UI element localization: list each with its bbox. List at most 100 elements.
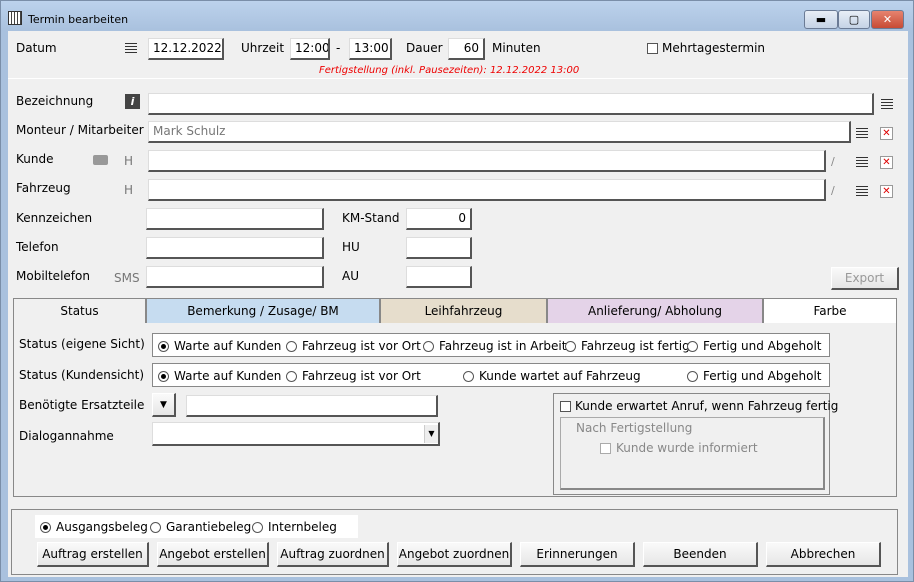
customer-status-option[interactable]: Fahrzeug ist vor Ort bbox=[286, 369, 421, 383]
customer-status-group: Warte auf Kunden Fahrzeug ist vor Ort Ku… bbox=[152, 363, 830, 387]
plate-field[interactable] bbox=[146, 208, 324, 230]
radio-icon bbox=[252, 521, 263, 533]
km-label: KM-Stand bbox=[342, 211, 400, 225]
callback-label: Kunde erwartet Anruf, wenn Fahrzeug fert… bbox=[575, 399, 839, 413]
reminders-button[interactable]: Erinnerungen bbox=[520, 542, 635, 567]
customer-field[interactable] bbox=[148, 150, 826, 172]
document-type-option[interactable]: Internbeleg bbox=[252, 520, 337, 534]
radio-icon bbox=[423, 340, 434, 352]
mobile-label: Mobiltelefon bbox=[16, 269, 90, 283]
cancel-button[interactable]: Abbrechen bbox=[766, 542, 881, 567]
customer-status-label: Status (Kundensicht) bbox=[19, 368, 144, 382]
tab-remarks[interactable]: Bemerkung / Zusage/ BM bbox=[146, 298, 380, 323]
hu-field[interactable] bbox=[406, 237, 472, 259]
own-status-option[interactable]: Fahrzeug ist in Arbeit bbox=[423, 339, 566, 353]
sms-label[interactable]: SMS bbox=[114, 271, 140, 285]
end-time-field[interactable]: 13:00 bbox=[349, 38, 392, 60]
tab-delivery[interactable]: Anlieferung/ Abholung bbox=[547, 298, 763, 323]
hu-label: HU bbox=[342, 240, 360, 254]
description-list-icon[interactable] bbox=[881, 99, 893, 109]
completion-info: Fertigstellung (inkl. Pausezeiten): 12.1… bbox=[319, 65, 580, 76]
vehicle-edit-icon[interactable]: ∕ bbox=[831, 185, 843, 197]
multiday-checkbox[interactable] bbox=[647, 43, 658, 54]
parts-dropdown-button[interactable]: ▼ bbox=[152, 393, 176, 417]
customer-h-label: H bbox=[124, 154, 134, 168]
mechanic-clear-icon[interactable]: ✕ bbox=[880, 127, 893, 140]
customer-clear-icon[interactable]: ✕ bbox=[880, 156, 893, 169]
assign-order-button[interactable]: Auftrag zuordnen bbox=[277, 542, 389, 567]
customer-edit-icon[interactable]: ∕ bbox=[831, 156, 843, 168]
calendar-icon bbox=[8, 11, 22, 25]
duration-unit: Minuten bbox=[492, 41, 541, 55]
vehicle-h-label: H bbox=[124, 183, 134, 197]
vehicle-list-icon[interactable] bbox=[856, 186, 868, 196]
description-label: Bezeichnung bbox=[16, 94, 94, 108]
create-order-button[interactable]: Auftrag erstellen bbox=[37, 542, 149, 567]
plate-label: Kennzeichen bbox=[16, 211, 93, 225]
informed-label: Kunde wurde informiert bbox=[616, 441, 758, 455]
own-status-option[interactable]: Fertig und Abgeholt bbox=[687, 339, 822, 353]
date-field[interactable]: 12.12.2022 bbox=[148, 38, 224, 60]
vehicle-label: Fahrzeug bbox=[16, 181, 71, 195]
phone-label: Telefon bbox=[16, 240, 59, 254]
informed-checkbox[interactable] bbox=[600, 443, 611, 454]
start-time-field[interactable]: 12:00 bbox=[290, 38, 330, 60]
own-status-option[interactable]: Warte auf Kunden bbox=[158, 339, 281, 353]
document-type-group: Ausgangsbeleg Garantiebeleg Internbeleg bbox=[35, 515, 358, 538]
duration-field[interactable]: 60 bbox=[448, 38, 485, 60]
radio-icon bbox=[286, 340, 297, 352]
assign-quote-button[interactable]: Angebot zuordnen bbox=[397, 542, 512, 567]
customer-status-option[interactable]: Fertig und Abgeholt bbox=[687, 369, 822, 383]
vehicle-clear-icon[interactable]: ✕ bbox=[880, 185, 893, 198]
document-type-option[interactable]: Garantiebeleg bbox=[150, 520, 251, 534]
parts-label: Benötigte Ersatzteile bbox=[19, 398, 145, 412]
customer-label: Kunde bbox=[16, 152, 54, 166]
finish-button[interactable]: Beenden bbox=[643, 542, 758, 567]
radio-icon bbox=[687, 340, 698, 352]
tab-color[interactable]: Farbe bbox=[763, 298, 897, 323]
create-quote-button[interactable]: Angebot erstellen bbox=[157, 542, 269, 567]
own-status-option[interactable]: Fahrzeug ist fertig bbox=[565, 339, 690, 353]
customer-card-icon[interactable] bbox=[93, 155, 108, 165]
close-button[interactable]: ✕ bbox=[871, 10, 904, 29]
export-button[interactable]: Export bbox=[831, 267, 899, 290]
mechanic-field[interactable]: Mark Schulz bbox=[148, 121, 851, 143]
radio-selected-icon bbox=[158, 340, 169, 352]
after-completion-label: Nach Fertigstellung bbox=[576, 421, 693, 435]
km-field[interactable]: 0 bbox=[406, 208, 472, 230]
own-status-option[interactable]: Fahrzeug ist vor Ort bbox=[286, 339, 421, 353]
maximize-button[interactable]: ▢ bbox=[838, 10, 870, 29]
after-completion-group: Nach Fertigstellung Kunde wurde informie… bbox=[560, 417, 825, 490]
duration-label: Dauer bbox=[406, 41, 443, 55]
vehicle-field[interactable] bbox=[148, 179, 826, 201]
customer-list-icon[interactable] bbox=[856, 157, 868, 167]
description-field[interactable] bbox=[148, 93, 874, 115]
callback-group: Kunde erwartet Anruf, wenn Fahrzeug fert… bbox=[553, 393, 838, 495]
own-status-group: Warte auf Kunden Fahrzeug ist vor Ort Fa… bbox=[152, 333, 830, 357]
mobile-field[interactable] bbox=[146, 266, 324, 288]
tab-loan-vehicle[interactable]: Leihfahrzeug bbox=[380, 298, 547, 323]
minimize-button[interactable]: ▬ bbox=[804, 10, 838, 29]
au-field[interactable] bbox=[406, 266, 472, 288]
separator bbox=[8, 78, 908, 79]
mechanic-list-icon[interactable] bbox=[856, 128, 868, 138]
calendar-list-icon[interactable] bbox=[125, 43, 137, 53]
multiday-label: Mehrtagestermin bbox=[662, 41, 766, 55]
own-status-label: Status (eigene Sicht) bbox=[19, 337, 145, 351]
document-type-option[interactable]: Ausgangsbeleg bbox=[40, 520, 148, 534]
radio-icon bbox=[687, 370, 698, 382]
phone-field[interactable] bbox=[146, 237, 324, 259]
tab-status[interactable]: Status bbox=[13, 298, 146, 323]
mechanic-label: Monteur / Mitarbeiter bbox=[16, 123, 144, 137]
parts-field[interactable] bbox=[186, 395, 438, 417]
customer-status-option[interactable]: Kunde wartet auf Fahrzeug bbox=[463, 369, 641, 383]
dialog-client: Datum 12.12.2022 Uhrzeit 12:00 - 13:00 D… bbox=[8, 31, 908, 577]
dialog-window: Termin bearbeiten ▬ ▢ ✕ Datum 12.12.2022… bbox=[0, 0, 914, 582]
customer-status-option[interactable]: Warte auf Kunden bbox=[158, 369, 281, 383]
radio-selected-icon bbox=[158, 370, 169, 382]
dialog-select[interactable]: ▼ bbox=[152, 422, 440, 446]
chevron-down-icon[interactable]: ▼ bbox=[424, 425, 438, 443]
callback-checkbox[interactable] bbox=[560, 401, 571, 412]
info-icon[interactable]: i bbox=[125, 94, 140, 109]
time-dash: - bbox=[336, 41, 341, 55]
